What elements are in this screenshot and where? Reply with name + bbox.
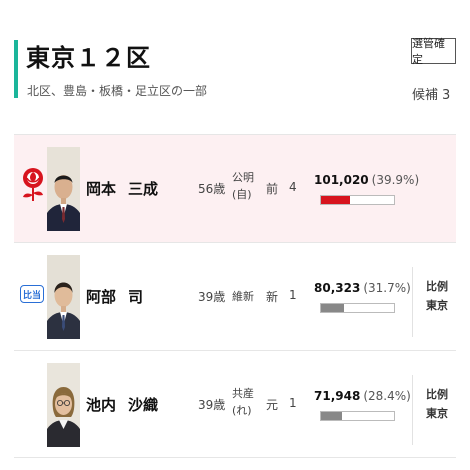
district-area: 北区、豊島・板橋・足立区の一部: [27, 84, 208, 98]
candidate-name[interactable]: 阿部司: [86, 286, 143, 307]
given-name: 沙織: [128, 396, 159, 414]
surname: 池内: [86, 396, 117, 414]
district-header: 東京１２区 北区、豊島・板橋・足立区の一部 選管確定 候補 3: [0, 0, 470, 110]
proportional-label: 比例: [426, 388, 448, 401]
vote-share-bar: [320, 411, 395, 421]
party-line: 維新: [232, 290, 254, 303]
proportional-block: 比例 東京: [426, 277, 448, 315]
candidate-row[interactable]: 池内 沙織 39歳 共産 (れ) 元 1 71,948 (28.4%) 比例 東京: [14, 350, 456, 458]
vote-share-fill: [321, 304, 345, 312]
portrait-image: [47, 363, 80, 447]
candidates-label: 候補: [412, 88, 439, 103]
district-title: 東京１２区: [26, 44, 151, 72]
candidate-photo: [47, 147, 80, 231]
proportional-region: 東京: [426, 407, 448, 420]
incumbency-status: 新: [266, 290, 279, 304]
confirmed-status-button[interactable]: 選管確定: [411, 37, 456, 66]
given-name: 三成: [128, 180, 159, 198]
votes-number: 80,323: [314, 281, 361, 295]
party-line: 公明: [232, 171, 254, 184]
portrait-image: [47, 147, 80, 231]
candidate-party: 公明 (自): [232, 169, 262, 203]
vote-share-fill: [321, 196, 351, 204]
surname: 岡本: [86, 180, 117, 198]
votes-number: 71,948: [314, 389, 361, 403]
candidate-age: 56歳: [198, 182, 226, 196]
candidates-count: 候補 3: [412, 84, 450, 103]
vote-percent: (31.7%): [363, 281, 411, 295]
vote-count: 71,948 (28.4%): [314, 389, 411, 403]
proportional-region: 東京: [426, 299, 448, 312]
candidate-age: 39歳: [198, 290, 226, 304]
proportional-elected-badge: 比当: [20, 285, 44, 303]
candidate-name[interactable]: 池内 沙織: [86, 394, 158, 415]
votes-number: 101,020: [314, 173, 369, 187]
vote-share-fill: [321, 412, 342, 420]
party-support: (れ): [232, 404, 252, 417]
candidate-party: 共産 (れ): [232, 385, 262, 419]
candidate-photo: [47, 363, 80, 447]
candidates-number: 3: [442, 88, 451, 103]
win-count: 4: [289, 180, 297, 194]
vote-count: 101,020 (39.9%): [314, 173, 419, 187]
accent-bar: [14, 40, 18, 98]
incumbency-status: 前: [266, 182, 279, 196]
win-count: 1: [289, 396, 297, 410]
portrait-image: [47, 255, 80, 339]
candidate-row[interactable]: 比当 阿部司 39歳 維新 新 1 80,323 (31.7%) 比例 東京: [14, 242, 456, 350]
candidate-list: 岡本三成 56歳 公明 (自) 前 4 101,020(39.9%) 比当: [14, 134, 456, 458]
vote-share-bar: [320, 303, 395, 313]
candidate-age: 39歳: [198, 398, 226, 412]
vote-percent: (39.9%): [371, 173, 420, 187]
vote-count: 80,323 (31.7%): [314, 281, 411, 295]
rose-icon: [23, 168, 43, 201]
win-count: 1: [289, 288, 297, 302]
party-line: 共産: [232, 387, 254, 400]
surname: 阿部: [86, 288, 117, 306]
candidate-row[interactable]: 岡本 三成 56歳 公明 (自) 前 4 101,020 (39.9%): [14, 134, 456, 242]
proportional-block: 比例 東京: [426, 385, 448, 423]
candidate-name[interactable]: 岡本 三成: [86, 178, 158, 199]
column-divider: [412, 375, 413, 445]
vote-percent: (28.4%): [363, 389, 411, 403]
party-support: (自): [232, 188, 252, 201]
column-divider: [412, 267, 413, 337]
given-name: 司: [128, 288, 144, 306]
incumbency-status: 元: [266, 398, 279, 412]
vote-share-bar: [320, 195, 395, 205]
candidate-photo: [47, 255, 80, 339]
proportional-label: 比例: [426, 280, 448, 293]
candidate-party: 維新: [232, 288, 262, 305]
